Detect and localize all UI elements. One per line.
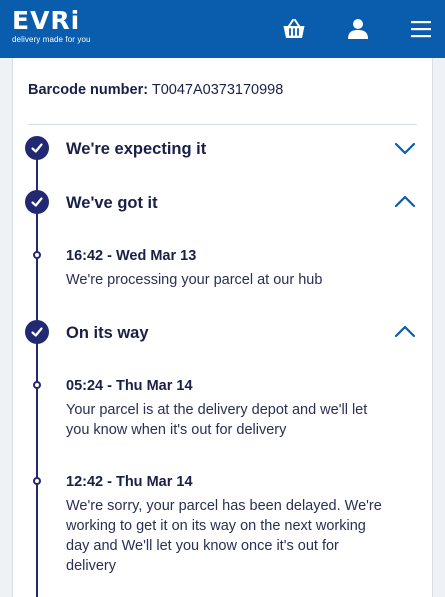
chevron-down-icon[interactable] <box>394 142 416 156</box>
divider <box>28 124 417 125</box>
stage-title[interactable]: We've got it <box>66 193 158 213</box>
event-text: Your parcel is at the delivery depot and… <box>66 402 368 438</box>
site-header: EVRi delivery made for you <box>0 0 445 58</box>
stage-check-icon <box>25 136 49 160</box>
menu-icon[interactable] <box>405 13 437 45</box>
stage-title[interactable]: On its way <box>66 323 149 343</box>
stage-title[interactable]: We're expecting it <box>66 139 206 159</box>
evri-logo[interactable]: EVRi delivery made for you <box>12 6 91 45</box>
basket-icon[interactable] <box>278 13 310 45</box>
event-time: 12:42 - Thu Mar 14 <box>66 474 193 490</box>
account-icon[interactable] <box>342 13 374 45</box>
event-time: 05:24 - Thu Mar 14 <box>66 378 193 394</box>
barcode-value: T0047A0373170998 <box>151 82 284 98</box>
stage-check-icon <box>25 320 49 344</box>
chevron-up-icon[interactable] <box>394 324 416 338</box>
timeline-line <box>36 148 38 597</box>
event-dot <box>33 251 41 259</box>
event-time: 16:42 - Wed Mar 13 <box>66 248 197 264</box>
event-dot <box>33 477 41 485</box>
stage-check-icon <box>25 190 49 214</box>
barcode-label: Barcode number: <box>28 82 149 98</box>
logo-wordmark: EVRi <box>12 6 81 35</box>
chevron-up-icon[interactable] <box>394 194 416 208</box>
event-text: We're processing your parcel at our hub <box>66 272 323 288</box>
event-text: We're sorry, your parcel has been delaye… <box>66 498 382 574</box>
event-dot <box>33 381 41 389</box>
logo-tagline: delivery made for you <box>12 35 91 44</box>
barcode-row: Barcode number: T0047A0373170998 <box>28 81 283 99</box>
